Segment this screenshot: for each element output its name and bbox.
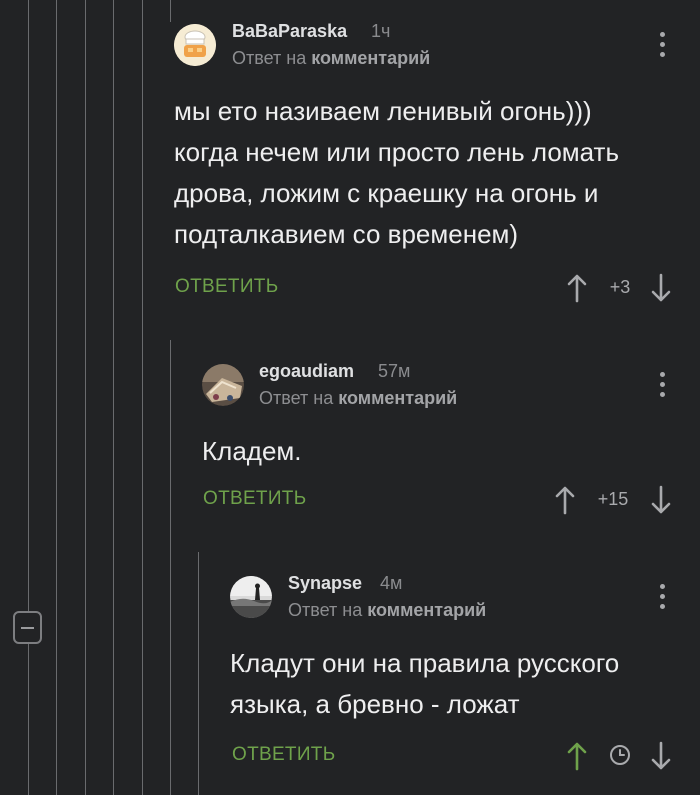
reply-button[interactable]: ОТВЕТИТЬ: [203, 488, 306, 510]
upvote-arrow-icon[interactable]: [566, 273, 588, 303]
comment-time: 57м: [378, 361, 411, 381]
comment-body: Кладут они на правила русского языка, а …: [230, 643, 619, 725]
upvote-arrow-icon[interactable]: [566, 741, 588, 771]
reply-to-link[interactable]: Ответ на комментарий: [232, 48, 430, 69]
comment-author[interactable]: BaBaParaska: [232, 21, 347, 42]
downvote-arrow-icon[interactable]: [650, 273, 672, 303]
thread-line: [113, 0, 114, 795]
comment-line: мы ето називаем ленивый огонь))): [174, 96, 592, 126]
comment-line: Кладут они на правила русского: [230, 648, 620, 678]
rating-score: +3: [609, 277, 631, 297]
reply-button[interactable]: ОТВЕТИТЬ: [232, 744, 335, 766]
reply-to-prefix: Ответ на: [232, 48, 307, 68]
comment-line: дрова, ложим с краешку на огонь и: [174, 178, 599, 208]
downvote-arrow-icon[interactable]: [650, 741, 672, 771]
comment-author[interactable]: Synapse: [288, 573, 362, 594]
downvote-arrow-icon[interactable]: [650, 485, 672, 515]
reply-button[interactable]: ОТВЕТИТЬ: [175, 276, 278, 298]
reply-to-target[interactable]: комментарий: [367, 600, 486, 620]
collapse-thread-button[interactable]: [13, 611, 42, 644]
reply-to-link[interactable]: Ответ на комментарий: [259, 388, 457, 409]
photo-avatar[interactable]: [202, 364, 244, 406]
reply-to-target[interactable]: комментарий: [338, 388, 457, 408]
clock-icon: [610, 745, 630, 765]
comment-body: Кладем.: [202, 431, 302, 472]
reply-to-target[interactable]: комментарий: [311, 48, 430, 68]
comment-line: подталкавием со временем): [174, 219, 519, 249]
thread-line: [28, 0, 29, 795]
comment-time: 1ч: [371, 21, 391, 41]
reply-to-link[interactable]: Ответ на комментарий: [288, 600, 486, 621]
chef-avatar[interactable]: [174, 24, 216, 66]
rating-score: +15: [597, 489, 629, 509]
more-menu-icon[interactable]: [657, 582, 667, 612]
minus-icon: [21, 627, 34, 629]
thread-line: [170, 0, 171, 22]
reply-to-prefix: Ответ на: [259, 388, 334, 408]
comment-line: когда нечем или просто лень ломать: [174, 137, 619, 167]
thread-line: [142, 0, 143, 795]
comment-thread: BaBaParaska 1ч Ответ на комментарий мы е…: [0, 0, 700, 795]
comment-time: 4м: [380, 573, 403, 593]
comment-line: Кладем.: [202, 436, 302, 466]
reply-to-prefix: Ответ на: [288, 600, 363, 620]
thread-line: [198, 552, 199, 795]
thread-line: [56, 0, 57, 795]
upvote-arrow-icon[interactable]: [554, 485, 576, 515]
comment-line: языка, а бревно - ложат: [230, 689, 520, 719]
thread-line: [170, 340, 171, 795]
more-menu-icon[interactable]: [657, 370, 667, 400]
comment-body: мы ето називаем ленивый огонь))) когда н…: [174, 91, 619, 255]
comment-author[interactable]: egoaudiam: [259, 361, 354, 382]
thread-line: [85, 0, 86, 795]
photo-avatar[interactable]: [230, 576, 272, 618]
more-menu-icon[interactable]: [657, 30, 667, 60]
